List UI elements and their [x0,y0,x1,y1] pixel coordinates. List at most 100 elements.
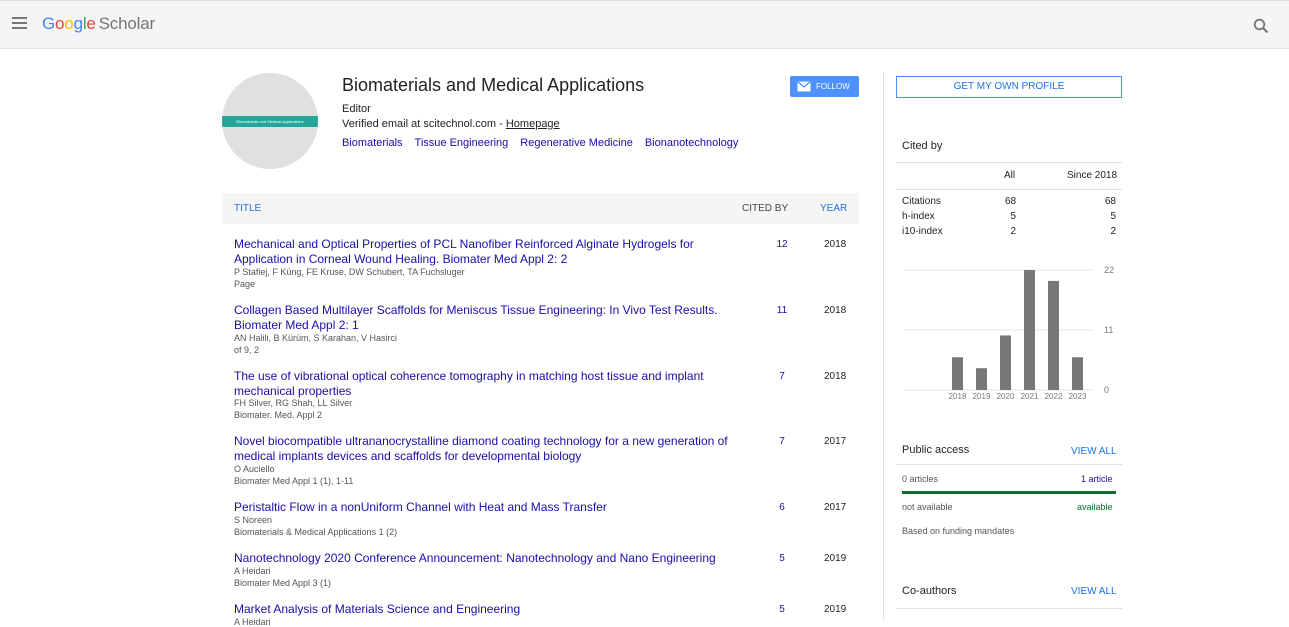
public-access-progress-bar [902,491,1116,494]
stat-all: 5 [1010,211,1016,222]
article-venue: Biomaterials & Medical Applications 1 (2… [234,527,398,537]
sidebar-divider [883,73,884,621]
interest-link-tissue-engineering[interactable]: Tissue Engineering [415,137,509,149]
divider [896,464,1122,465]
article-title-link[interactable]: Collagen Based Multilayer Scaffolds for … [234,303,734,333]
stat-all: 68 [1005,196,1017,207]
article-title-link[interactable]: Nanotechnology 2020 Conference Announcem… [234,551,734,566]
co-authors-heading: Co-authors [902,585,957,597]
col-since-header: Since 2018 [1067,170,1118,181]
not-available-label: not available [902,502,953,512]
cited-by-count-link[interactable]: 6 [772,502,792,513]
cited-by-count-link[interactable]: 12 [772,239,792,250]
articles-not-available-count: 0 articles [902,474,939,484]
cited-by-count-link[interactable]: 11 [772,305,792,316]
research-interests: Biomaterials Tissue Engineering Regenerati… [342,137,750,149]
x-tick-label: 2023 [1069,392,1087,401]
search-icon[interactable] [1253,18,1269,34]
article-title-link[interactable]: Mechanical and Optical Properties of PCL… [234,237,734,267]
x-tick-label: 2020 [997,392,1015,401]
article-year: 2017 [824,502,847,513]
article-authors: A Heidari [234,617,271,627]
y-tick-label: 0 [1104,385,1109,395]
citations-bar-chart: 0 11 22 2018 2019 2020 2021 2022 2023 [904,265,1114,401]
articles-available-count-link[interactable]: 1 article [1081,474,1113,484]
article-year: 2019 [824,604,847,615]
stat-since: 2 [1110,226,1116,237]
article-venue: Biomater Med Appl 3 (1) [234,578,332,588]
sort-cited-by-header[interactable]: CITED BY [742,203,788,214]
co-authors-view-all-link[interactable]: VIEW ALL [1071,586,1117,597]
article-title-link[interactable]: The use of vibrational optical coherence… [234,369,734,399]
divider [896,189,1122,190]
col-all-header: All [1004,170,1016,181]
articles-table-header: TITLE CITED BY YEAR [222,193,859,224]
article-authors: P Stafiej, F Küng, FE Kruse, DW Schubert… [234,267,465,277]
stat-since: 68 [1104,196,1116,207]
article-title-link[interactable]: Novel biocompatible ultrananocrystalline… [234,434,734,464]
funding-mandates-note: Based on funding mandates [902,526,1015,536]
cited-by-count-link[interactable]: 5 [772,604,792,615]
citation-bar-2018[interactable] [952,357,963,390]
verified-email-text: Verified email at scitechnol.com - [342,118,506,130]
google-scholar-logo[interactable]: Google Scholar [42,14,155,34]
follow-button[interactable]: FOLLOW [790,76,859,97]
article-authors: AN Halili, B Kürüm, S Karahan, V Hasirci [234,333,398,343]
x-tick-label: 2018 [949,392,967,401]
article-year: 2018 [824,239,847,250]
divider [896,162,1122,163]
follow-label: FOLLOW [816,82,850,91]
profile-affiliation: Editor [342,103,371,115]
stat-label: h-index [902,211,935,222]
avatar-label: Biomaterials and Medical Applications [222,116,318,127]
article-title-link[interactable]: Peristaltic Flow in a nonUniform Channel… [234,500,734,515]
envelope-icon [797,81,811,92]
hamburger-menu-icon[interactable] [12,17,28,31]
article-year: 2017 [824,436,847,447]
cited-by-count-link[interactable]: 5 [772,553,792,564]
article-authors: FH Silver, RG Shah, LL Silver [234,398,353,408]
interest-link-biomaterials[interactable]: Biomaterials [342,137,403,149]
cited-by-heading: Cited by [902,140,943,152]
available-label: available [1077,502,1113,512]
cited-by-count-link[interactable]: 7 [772,371,792,382]
article-authors: S Noreen [234,515,273,525]
homepage-link[interactable]: Homepage [506,118,560,130]
logo-letter: o [64,14,74,33]
stat-label: Citations [902,196,941,207]
public-access-view-all-link[interactable]: VIEW ALL [1071,446,1117,457]
citation-bar-2021[interactable] [1024,270,1035,390]
article-year: 2018 [824,371,847,382]
article-venue: Biomater Med Appl 1 (1), 1-11 [234,476,354,486]
article-authors: O Auciello [234,464,275,474]
sort-year-header[interactable]: YEAR [820,203,847,214]
y-tick-label: 11 [1104,325,1113,335]
profile-name: Biomaterials and Medical Applications [342,75,645,95]
avatar: Biomaterials and Medical Applications [222,73,318,169]
article-venue: of 9, 2 [234,345,260,355]
top-bar: Google Scholar [0,0,1289,49]
logo-suffix: Scholar [98,14,155,33]
article-authors: A Heidari [234,566,271,576]
stat-since: 5 [1110,211,1116,222]
citation-bar-2023[interactable] [1072,357,1083,390]
interest-link-regenerative-medicine[interactable]: Regenerative Medicine [520,137,633,149]
interest-link-bionanotechnology[interactable]: Bionanotechnology [645,137,739,149]
article-title-link[interactable]: Market Analysis of Materials Science and… [234,602,734,617]
article-year: 2018 [824,305,847,316]
citation-bar-2019[interactable] [976,368,987,390]
x-tick-label: 2021 [1021,392,1039,401]
citation-bar-2020[interactable] [1000,335,1011,390]
divider [896,608,1122,609]
article-venue: Page [234,279,256,289]
sort-title-header[interactable]: TITLE [234,203,261,214]
public-access-heading: Public access [902,444,970,456]
get-my-own-profile-button[interactable]: GET MY OWN PROFILE [896,76,1122,98]
stat-all: 2 [1010,226,1016,237]
article-year: 2019 [824,553,847,564]
citation-bar-2022[interactable] [1048,280,1059,390]
profile-email: Verified email at scitechnol.com - Homep… [342,118,560,130]
cited-by-count-link[interactable]: 7 [772,436,792,447]
logo-letter: o [55,14,65,33]
article-venue: Biomater. Med. Appl 2 [234,410,323,420]
